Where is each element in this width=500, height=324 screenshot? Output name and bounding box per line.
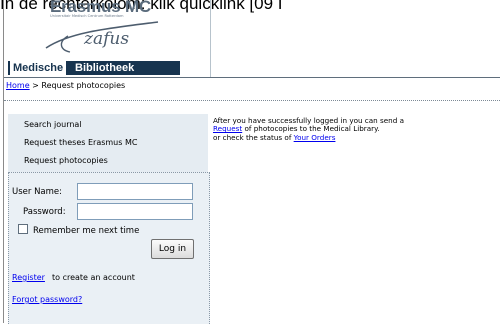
breadcrumb-current: Request photocopies <box>41 81 126 90</box>
library-banner-word-2: Bibliotheek <box>75 62 135 74</box>
dotted-divider <box>4 100 500 101</box>
username-label: User Name: <box>12 187 63 197</box>
info-line-3-text: or check the status of <box>213 132 292 142</box>
sidebar-item-request-photocopies[interactable]: Request photocopies <box>24 156 108 165</box>
sidebar-item-search-journal[interactable]: Search journal <box>24 120 82 129</box>
info-text: After you have successfully logged in yo… <box>213 116 500 142</box>
logo-script-text: zafus <box>83 29 129 49</box>
password-label: Password: <box>23 207 66 217</box>
logo-script-graphic: zafus <box>45 21 159 53</box>
password-input[interactable] <box>77 203 193 220</box>
remember-me-checkbox[interactable] <box>18 224 28 234</box>
login-button[interactable]: Log in <box>151 239 194 259</box>
forgot-password-link[interactable]: Forgot password? <box>12 295 82 304</box>
frame-border <box>3 0 4 323</box>
library-banner: Medische Bibliotheek <box>8 61 180 75</box>
breadcrumb-separator: > <box>29 81 42 90</box>
sidebar-item-request-theses[interactable]: Request theses Erasmus MC <box>24 138 137 147</box>
username-input[interactable] <box>77 183 193 200</box>
header-rule <box>4 77 500 78</box>
info-line-3: or check the status of Your Orders <box>213 132 500 142</box>
breadcrumb: Home > Request photocopies <box>6 81 125 90</box>
your-orders-link[interactable]: Your Orders <box>294 133 336 142</box>
header-divider <box>210 0 211 78</box>
breadcrumb-home-link[interactable]: Home <box>6 81 30 90</box>
remember-me-label: Remember me next time <box>33 226 140 236</box>
register-text: to create an account <box>52 273 135 282</box>
library-banner-word-1: Medische <box>10 61 67 75</box>
register-link[interactable]: Register <box>12 273 45 282</box>
